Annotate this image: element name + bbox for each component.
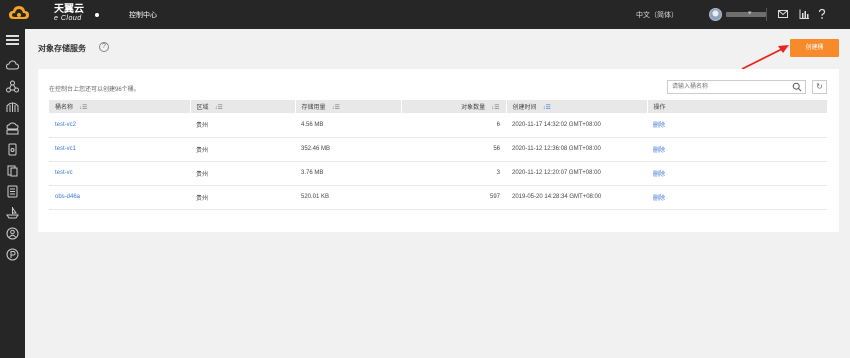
cloud-storage-icon[interactable] bbox=[6, 122, 19, 135]
nav-console-link[interactable]: 控制中心 bbox=[129, 10, 157, 20]
ship-icon[interactable] bbox=[6, 206, 19, 219]
parking-icon[interactable] bbox=[6, 248, 19, 261]
region-cell: 贵州 bbox=[190, 185, 295, 210]
bridge-icon[interactable] bbox=[6, 101, 19, 114]
bucket-name-link[interactable]: test-vc1 bbox=[55, 146, 76, 152]
bucket-list-card: 在控制台上您还可以创建96个桶。 ↻ 桶名称 ↓☰ 区域 ↓☰ 存储用量 ↓☰ 对象数… bbox=[38, 69, 839, 232]
table-header-row: 桶名称 ↓☰ 区域 ↓☰ 存储用量 ↓☰ 对象数量 ↓☰ 创建时间 ↓☰ 操作 bbox=[49, 100, 828, 113]
database-icon[interactable] bbox=[6, 164, 19, 177]
delete-link[interactable]: 删除 bbox=[653, 172, 665, 178]
bucket-name-link[interactable]: test-vc2 bbox=[55, 122, 76, 128]
column-header-storage[interactable]: 存储用量 ↓☰ bbox=[295, 100, 402, 113]
chart-icon[interactable] bbox=[798, 8, 810, 20]
bucket-name-link[interactable]: test-vc bbox=[55, 170, 73, 176]
annotation-arrow-icon bbox=[741, 45, 789, 70]
top-bar: 天翼云 e Cloud 控制中心 中文（简体） ▾ bbox=[0, 0, 850, 29]
column-header-region[interactable]: 区域 ↓☰ bbox=[190, 100, 296, 113]
objects-cell: 597 bbox=[401, 185, 506, 210]
column-header-name-label: 桶名称 bbox=[55, 105, 74, 111]
mail-icon[interactable] bbox=[777, 8, 789, 20]
divider bbox=[766, 8, 767, 21]
column-header-name[interactable]: 桶名称 ↓☰ bbox=[49, 100, 191, 113]
chevron-down-icon[interactable]: ▾ bbox=[748, 9, 752, 17]
help-icon[interactable] bbox=[816, 8, 828, 20]
sort-icon[interactable]: ↓☰ bbox=[491, 105, 499, 111]
table-row: obs-d46a 贵州 520.01 KB 597 2019-05-20 14:… bbox=[49, 185, 827, 210]
column-header-action: 操作 bbox=[647, 100, 828, 113]
user-badge-icon[interactable] bbox=[6, 227, 19, 240]
delete-link[interactable]: 删除 bbox=[653, 123, 665, 129]
objects-cell: 6 bbox=[401, 113, 506, 138]
created-cell: 2020-11-17 14:32:02 GMT+08:00 bbox=[506, 113, 647, 138]
region-cell: 贵州 bbox=[190, 137, 295, 162]
mobile-icon[interactable] bbox=[6, 143, 19, 156]
table-row: test-vc 贵州 3.76 MB 3 2020-11-12 12:20:07… bbox=[49, 161, 827, 186]
refresh-button[interactable]: ↻ bbox=[812, 80, 827, 94]
sort-icon[interactable]: ↓☰ bbox=[332, 105, 340, 111]
ecloud-logo-icon[interactable] bbox=[8, 4, 30, 22]
storage-cell: 520.01 KB bbox=[295, 185, 401, 210]
created-cell: 2020-11-12 12:20:07 GMT+08:00 bbox=[506, 161, 647, 186]
search-icon[interactable] bbox=[792, 82, 802, 92]
language-selector[interactable]: 中文（简体） bbox=[636, 10, 678, 20]
network-icon[interactable] bbox=[6, 80, 19, 93]
storage-cell: 4.56 MB bbox=[295, 113, 401, 138]
objects-cell: 56 bbox=[401, 137, 506, 162]
brand-subtitle: e Cloud bbox=[54, 15, 82, 22]
sort-desc-icon[interactable]: ↓☰ bbox=[543, 105, 551, 111]
storage-cell: 3.76 MB bbox=[295, 161, 401, 186]
region-cell: 贵州 bbox=[190, 161, 295, 186]
bucket-table: 桶名称 ↓☰ 区域 ↓☰ 存储用量 ↓☰ 对象数量 ↓☰ 创建时间 ↓☰ 操作 test-… bbox=[49, 100, 828, 210]
cloud-icon[interactable] bbox=[6, 59, 19, 72]
left-sidebar bbox=[0, 29, 25, 358]
created-cell: 2019-05-20 14:28:34 GMT+08:00 bbox=[506, 185, 647, 210]
sort-icon[interactable]: ↓☰ bbox=[79, 105, 87, 111]
delete-link[interactable]: 删除 bbox=[653, 148, 665, 154]
avatar[interactable] bbox=[709, 8, 722, 21]
table-row: test-vc1 贵州 352.46 MB 56 2020-11-12 12:3… bbox=[49, 137, 827, 162]
bucket-quota-hint: 在控制台上您还可以创建96个桶。 bbox=[49, 87, 140, 93]
brand-dot bbox=[95, 13, 99, 17]
column-header-objects-label: 对象数量 bbox=[461, 105, 486, 111]
column-header-storage-label: 存储用量 bbox=[301, 105, 326, 111]
create-bucket-button[interactable]: 创建桶 bbox=[790, 39, 839, 57]
bucket-name-link[interactable]: obs-d46a bbox=[55, 194, 80, 200]
column-header-objects[interactable]: 对象数量 ↓☰ bbox=[401, 100, 507, 113]
brand-name: 天翼云 bbox=[54, 4, 84, 15]
page-title: 对象存储服务 bbox=[38, 44, 86, 53]
created-cell: 2020-11-12 12:36:08 GMT+08:00 bbox=[506, 137, 647, 162]
delete-link[interactable]: 删除 bbox=[653, 196, 665, 202]
column-header-created[interactable]: 创建时间 ↓☰ bbox=[506, 100, 648, 113]
search-input[interactable] bbox=[668, 81, 788, 93]
objects-cell: 3 bbox=[401, 161, 506, 186]
column-header-created-label: 创建时间 bbox=[512, 105, 537, 111]
username-redacted[interactable] bbox=[726, 12, 766, 17]
table-row: test-vc2 贵州 4.56 MB 6 2020-11-17 14:32:0… bbox=[49, 113, 827, 138]
help-icon[interactable]: ? bbox=[99, 42, 109, 52]
menu-icon[interactable] bbox=[6, 35, 19, 46]
region-cell: 贵州 bbox=[190, 113, 295, 138]
sort-icon[interactable]: ↓☰ bbox=[215, 105, 223, 111]
storage-cell: 352.46 MB bbox=[295, 137, 401, 162]
column-header-region-label: 区域 bbox=[196, 105, 209, 111]
server-icon[interactable] bbox=[6, 185, 19, 198]
search-box bbox=[667, 80, 806, 94]
